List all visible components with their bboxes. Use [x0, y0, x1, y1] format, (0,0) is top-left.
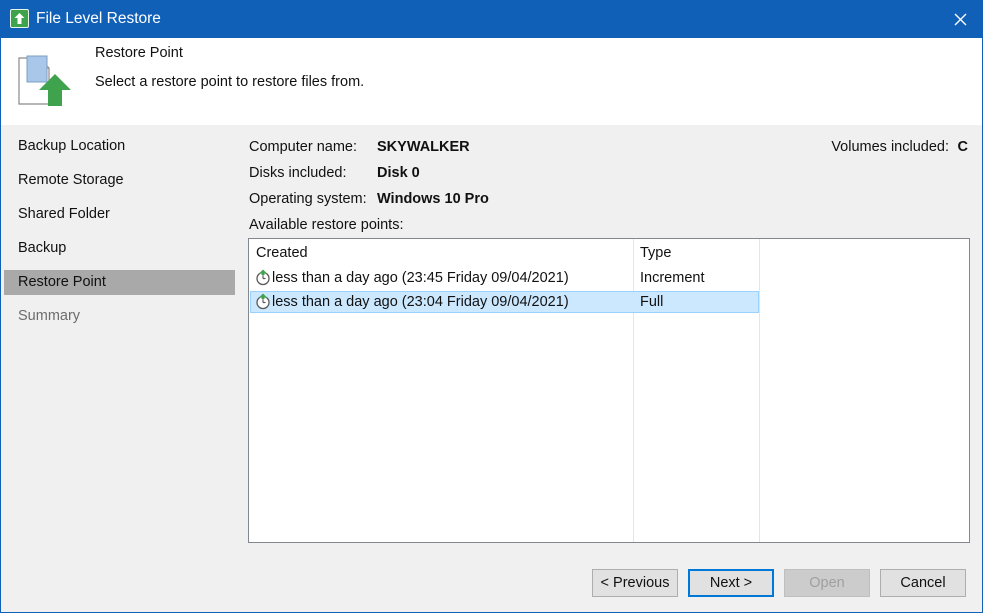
- volumes-included-value: C: [957, 139, 968, 155]
- wizard-footer: < Previous Next > Open Cancel: [0, 551, 983, 613]
- sidebar-item-backup-location[interactable]: Backup Location: [4, 134, 235, 159]
- disks-included-label: Disks included:: [249, 165, 347, 181]
- sidebar-item-backup[interactable]: Backup: [4, 236, 235, 261]
- page-title: Restore Point: [95, 45, 183, 61]
- restore-document-icon: [15, 54, 73, 114]
- sidebar-item-shared-folder[interactable]: Shared Folder: [4, 202, 235, 227]
- window-title: File Level Restore: [36, 10, 161, 27]
- wizard-header: Restore Point Select a restore point to …: [0, 38, 983, 125]
- open-button: Open: [784, 569, 870, 597]
- column-header-created[interactable]: Created: [256, 245, 308, 261]
- restore-point-type: Full: [640, 294, 664, 310]
- wizard-sidebar: Backup Location Remote Storage Shared Fo…: [0, 125, 236, 551]
- computer-name-value: SKYWALKER: [377, 139, 470, 155]
- sidebar-item-remote-storage[interactable]: Remote Storage: [4, 168, 235, 193]
- wizard-content: Computer name: SKYWALKER Disks included:…: [236, 125, 983, 551]
- app-restore-icon: [10, 9, 29, 28]
- volumes-included-label: Volumes included:: [831, 139, 949, 155]
- operating-system-label: Operating system:: [249, 191, 367, 207]
- restore-point-created: less than a day ago (23:04 Friday 09/04/…: [272, 294, 569, 310]
- previous-button[interactable]: < Previous: [592, 569, 678, 597]
- close-icon: [954, 13, 966, 25]
- restore-points-list[interactable]: Created Type less than a day ago (23:45 …: [248, 238, 970, 543]
- restore-points-label: Available restore points:: [249, 217, 404, 233]
- page-description: Select a restore point to restore files …: [95, 74, 365, 90]
- operating-system-value: Windows 10 Pro: [377, 191, 489, 207]
- restore-point-clock-icon: [255, 293, 271, 317]
- column-header-type[interactable]: Type: [640, 245, 671, 261]
- restore-point-created: less than a day ago (23:45 Friday 09/04/…: [272, 270, 569, 286]
- title-bar: File Level Restore: [0, 0, 983, 38]
- restore-point-type: Increment: [640, 270, 705, 286]
- computer-name-label: Computer name:: [249, 139, 357, 155]
- sidebar-item-summary: Summary: [18, 308, 81, 324]
- disks-included-value: Disk 0: [377, 165, 420, 181]
- restore-point-clock-icon: [255, 269, 271, 293]
- sidebar-item-restore-point[interactable]: Restore Point: [4, 270, 235, 295]
- table-row-selected[interactable]: less than a day ago (23:04 Friday 09/04/…: [250, 291, 759, 313]
- close-button[interactable]: [937, 0, 983, 38]
- column-separator[interactable]: [759, 239, 760, 542]
- cancel-button[interactable]: Cancel: [880, 569, 966, 597]
- next-button[interactable]: Next >: [688, 569, 774, 597]
- table-row[interactable]: less than a day ago (23:45 Friday 09/04/…: [250, 267, 759, 289]
